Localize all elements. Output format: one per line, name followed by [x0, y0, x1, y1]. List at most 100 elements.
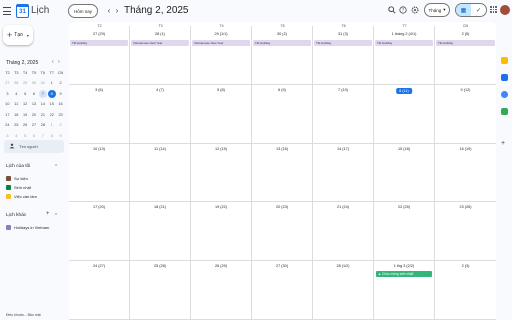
contacts-icon[interactable]: [501, 91, 508, 98]
mini-day[interactable]: 10: [3, 100, 12, 110]
add-calendar-icon[interactable]: +: [46, 211, 50, 217]
mini-day[interactable]: 8: [47, 89, 56, 98]
day-number[interactable]: 18 (21): [130, 205, 190, 209]
calendar-list-item[interactable]: Sinh nhật: [6, 185, 31, 190]
day-cell[interactable]: 20 (23): [252, 202, 313, 261]
avatar[interactable]: [500, 5, 510, 15]
mini-day[interactable]: 20: [30, 110, 39, 120]
maps-icon[interactable]: [501, 108, 508, 115]
day-number[interactable]: 7 (10): [313, 88, 373, 92]
holiday-event[interactable]: Tết Holiday: [253, 40, 311, 46]
mini-day[interactable]: 31: [38, 79, 47, 89]
day-number[interactable]: 28 (1/2): [313, 264, 373, 268]
mini-day[interactable]: 21: [38, 110, 47, 120]
day-cell[interactable]: 27 (29) Tết Holiday: [69, 26, 130, 84]
day-cell[interactable]: 22 (25): [374, 202, 435, 261]
birthday-event[interactable]: ▲ Chúc mừng sinh nhật!: [376, 271, 432, 278]
day-cell[interactable]: 2 (3): [435, 261, 496, 319]
mini-day[interactable]: 27: [30, 121, 39, 131]
mini-day[interactable]: 25: [12, 121, 21, 131]
mini-day[interactable]: 24: [3, 121, 12, 131]
day-cell[interactable]: 19 (22): [191, 202, 252, 261]
day-cell[interactable]: 25 (28): [130, 261, 191, 319]
view-select[interactable]: Tháng ▾: [424, 3, 450, 17]
mini-day[interactable]: 16: [56, 100, 65, 110]
help-icon[interactable]: ?: [398, 6, 407, 15]
main-menu-icon[interactable]: [2, 6, 12, 16]
mini-next-icon[interactable]: ›: [58, 59, 60, 65]
day-cell[interactable]: 16 (19): [435, 144, 496, 202]
checkbox-icon[interactable]: [6, 194, 11, 199]
day-number[interactable]: 20 (23): [252, 205, 312, 209]
day-number[interactable]: 3 (6): [69, 88, 129, 92]
calendar-list-item[interactable]: Sự kiện: [6, 176, 28, 181]
checkbox-icon[interactable]: [6, 176, 11, 181]
day-number[interactable]: 13 (16): [252, 147, 312, 151]
mini-day[interactable]: 6: [30, 89, 39, 99]
holiday-event[interactable]: Tết Holiday: [375, 40, 433, 46]
day-cell[interactable]: 31 (3) Tết Holiday: [313, 26, 374, 84]
day-cell[interactable]: 28 (1) Vietnamese New Year: [130, 26, 191, 84]
mini-day[interactable]: 2: [56, 121, 65, 131]
mini-day[interactable]: 26: [21, 121, 30, 131]
calendar-list-item[interactable]: Holidays in Vietnam: [6, 225, 49, 230]
day-cell[interactable]: 14 (17): [313, 143, 374, 202]
day-number[interactable]: 24 (27): [69, 264, 129, 268]
chevron-up-icon[interactable]: ⌃: [54, 213, 58, 219]
search-people-input[interactable]: Tìm người: [4, 140, 64, 153]
holiday-event[interactable]: Vietnamese New Year: [192, 40, 250, 46]
mini-day[interactable]: 18: [12, 110, 21, 120]
apps-icon[interactable]: [490, 6, 497, 13]
day-cell[interactable]: 6 (9): [252, 84, 313, 143]
tasks-icon[interactable]: [501, 74, 508, 81]
day-number[interactable]: 1 thg 3 (2/2): [374, 264, 434, 268]
day-number[interactable]: 5 (8): [191, 88, 251, 92]
day-number[interactable]: 1 tháng 2 (4/1): [374, 32, 434, 36]
day-cell[interactable]: 3 (6): [69, 84, 130, 143]
add-addon-icon[interactable]: +: [501, 140, 505, 147]
day-number[interactable]: 2 (3): [435, 264, 496, 268]
day-cell[interactable]: 30 (2) Tết Holiday: [252, 26, 313, 84]
mini-day[interactable]: 27: [3, 79, 12, 89]
day-cell[interactable]: 1 tháng 2 (4/1) Tết Holiday: [374, 26, 435, 84]
day-number[interactable]: 16 (19): [435, 147, 496, 151]
day-cell[interactable]: 7 (10): [313, 84, 374, 143]
search-icon[interactable]: [387, 6, 396, 15]
day-number[interactable]: 21 (24): [313, 205, 373, 209]
chevron-up-icon[interactable]: ⌃: [54, 164, 58, 170]
day-number[interactable]: 12 (15): [191, 147, 251, 151]
day-cell[interactable]: 23 (26): [435, 202, 496, 260]
today-button[interactable]: Hôm nay: [68, 4, 98, 18]
mini-day[interactable]: 13: [30, 100, 39, 110]
mini-day[interactable]: 5: [21, 89, 30, 99]
mini-day[interactable]: 23: [56, 110, 65, 120]
mini-day[interactable]: 12: [21, 100, 30, 110]
create-button[interactable]: + Tạo ▾: [3, 25, 33, 45]
prev-month-icon[interactable]: ‹: [105, 6, 113, 16]
checkbox-icon[interactable]: [6, 225, 11, 230]
mini-day[interactable]: 14: [38, 100, 47, 110]
mini-day[interactable]: 30: [30, 79, 39, 89]
day-cell[interactable]: 1 thg 3 (2/2) ▲ Chúc mừng sinh nhật!: [374, 261, 435, 319]
holiday-event[interactable]: Tết Holiday: [436, 40, 495, 46]
settings-icon[interactable]: [410, 6, 419, 15]
checkbox-icon[interactable]: [6, 185, 11, 190]
calendar-list-item[interactable]: Việc cần làm: [6, 194, 37, 199]
mini-day[interactable]: 11: [12, 100, 21, 110]
day-cell[interactable]: 18 (21): [130, 202, 191, 261]
day-number[interactable]: 14 (17): [313, 147, 373, 151]
day-number[interactable]: 15 (18): [374, 147, 434, 151]
mini-prev-icon[interactable]: ‹: [52, 59, 54, 65]
day-number[interactable]: 10 (13): [69, 147, 129, 151]
mini-day[interactable]: 19: [21, 110, 30, 120]
mini-day[interactable]: 28: [38, 121, 47, 131]
day-number[interactable]: 23 (26): [435, 205, 496, 209]
day-number[interactable]: 27 (30): [252, 264, 312, 268]
calendar-view-icon[interactable]: ▦: [456, 4, 471, 16]
day-number[interactable]: 8 (11): [396, 87, 412, 94]
day-cell[interactable]: 9 (12): [435, 85, 496, 143]
mini-day[interactable]: 15: [47, 100, 56, 110]
day-cell[interactable]: 8 (11): [374, 84, 435, 143]
day-cell[interactable]: 2 (5) Tết Holiday: [435, 26, 496, 84]
mini-day[interactable]: 9: [56, 89, 65, 99]
